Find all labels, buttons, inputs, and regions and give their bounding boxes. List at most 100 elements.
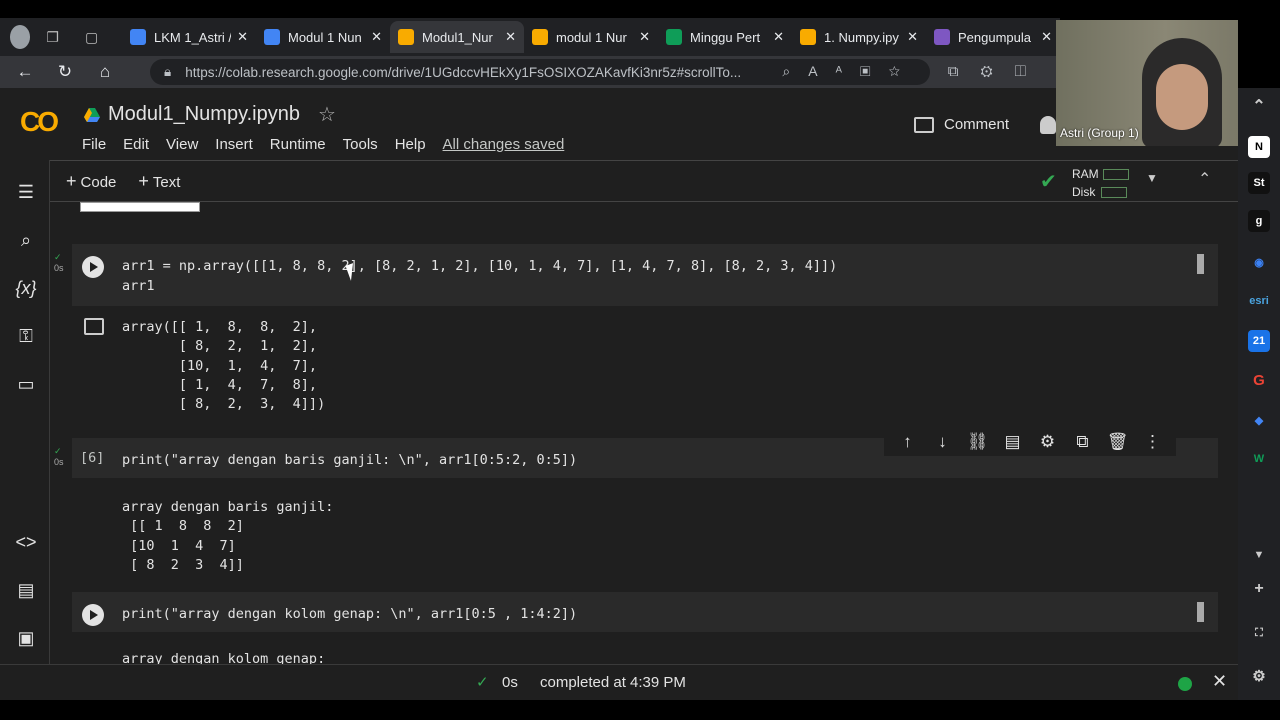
settings-icon[interactable]: ⚙ xyxy=(1248,666,1270,688)
save-status-link[interactable]: All changes saved xyxy=(443,136,565,153)
search-icon[interactable]: ⌕ xyxy=(14,228,38,252)
google-icon[interactable]: G xyxy=(1248,370,1270,392)
add-text-button[interactable]: + Text xyxy=(138,171,180,192)
terminal-icon[interactable]: ▣ xyxy=(14,626,38,650)
link-icon[interactable]: ⛓ xyxy=(960,432,995,452)
wps-icon[interactable]: W xyxy=(1248,448,1270,470)
tab-actions-icon[interactable]: ▢ xyxy=(83,27,100,47)
omnibox-action-icons[interactable]: ⌕Aᴬ▣☆ xyxy=(782,63,918,80)
back-icon[interactable]: ← xyxy=(10,62,40,82)
toc-icon[interactable]: ☰ xyxy=(14,180,38,204)
chevron-up-icon[interactable]: ⌃ xyxy=(1198,169,1211,189)
chevron-up-icon[interactable]: ⌃ xyxy=(1248,96,1270,118)
forms-icon xyxy=(934,29,950,45)
run-cell-button[interactable] xyxy=(82,604,104,626)
cell-toolbar: ↑ ↓ ⛓ ▤ ⚙ ⧉ 🗑︎ ⋮ xyxy=(884,428,1176,456)
command-palette-icon[interactable]: ▤ xyxy=(14,578,38,602)
move-up-icon[interactable]: ↑ xyxy=(890,432,925,452)
cell-scrollbar[interactable] xyxy=(1197,602,1204,622)
variables-icon[interactable]: {x} xyxy=(14,276,38,300)
menu-item-tools[interactable]: Tools xyxy=(343,136,378,153)
browser-sidebar: ⌃ N St g ◉ esri 21 G ◆ W ▼ + ⛶ ⚙ xyxy=(1238,88,1280,700)
home-icon[interactable]: ⌂ xyxy=(90,62,120,82)
close-tab-icon[interactable]: ✕ xyxy=(505,29,516,45)
menu-item-help[interactable]: Help xyxy=(395,136,426,153)
comment-icon xyxy=(914,116,934,133)
cell-code[interactable]: print("array dengan baris ganjil: \n", a… xyxy=(122,450,577,470)
colab-icon xyxy=(800,29,816,45)
chevron-down-icon[interactable]: ▼ xyxy=(1248,544,1270,566)
comment-cell-icon[interactable]: ▤ xyxy=(995,432,1030,452)
mirror-cell-icon[interactable]: ⧉ xyxy=(1065,432,1100,452)
disk-label: Disk xyxy=(1072,185,1096,199)
startup-icon[interactable]: St xyxy=(1248,172,1270,194)
menu-item-edit[interactable]: Edit xyxy=(123,136,149,153)
refresh-icon[interactable]: ↻ xyxy=(50,62,80,82)
add-text-label: Text xyxy=(152,173,181,191)
notion-icon[interactable]: N xyxy=(1248,136,1270,158)
more-icon[interactable]: ⋮ xyxy=(1135,432,1170,452)
workspaces-icon[interactable]: ❐ xyxy=(44,27,61,47)
tab-label: LKM 1_Astri / xyxy=(154,29,232,45)
ram-bar xyxy=(1102,169,1129,181)
code-cell[interactable]: print("array dengan kolom genap: \n", ar… xyxy=(72,592,1218,632)
key-icon[interactable]: ⚿ xyxy=(14,324,38,348)
close-tab-icon[interactable]: ✕ xyxy=(1041,29,1052,45)
participant-name: Astri (Group 1) xyxy=(1060,126,1139,140)
menu-item-insert[interactable]: Insert xyxy=(215,136,253,153)
notebook-title-row: Modul1_Numpy.ipynb ☆ xyxy=(84,102,336,127)
browser-tab[interactable]: Modul 1 Nun ✕ xyxy=(256,21,390,53)
tab-label: Pengumpula xyxy=(958,29,1031,45)
calendar-icon[interactable]: 21 xyxy=(1248,330,1270,352)
chevron-down-icon[interactable]: ▼ xyxy=(1146,171,1158,185)
resource-monitor[interactable]: RAM Disk xyxy=(1072,165,1129,201)
close-tab-icon[interactable]: ✕ xyxy=(237,29,248,45)
code-snippets-icon[interactable]: <> xyxy=(14,530,38,554)
output-actions-icon[interactable] xyxy=(84,318,104,335)
run-cell-button[interactable] xyxy=(82,256,104,278)
add-icon[interactable]: + xyxy=(1248,578,1270,600)
move-down-icon[interactable]: ↓ xyxy=(925,432,960,452)
status-bar: ✓ 0s completed at 4:39 PM ✕ xyxy=(0,664,1238,700)
grammarly-icon[interactable]: g xyxy=(1248,210,1270,232)
profile-avatar[interactable] xyxy=(10,25,31,49)
notebook-title[interactable]: Modul1_Numpy.ipynb xyxy=(108,103,300,126)
folder-icon[interactable]: ▭ xyxy=(14,372,38,396)
close-icon[interactable]: ✕ xyxy=(1212,671,1227,692)
close-tab-icon[interactable]: ✕ xyxy=(907,29,918,45)
cell-code[interactable]: arr1 = np.array([[1, 8, 8, 2], [8, 2, 1,… xyxy=(122,256,837,296)
browser-tab[interactable]: 1. Numpy.ipy ✕ xyxy=(792,21,926,53)
close-tab-icon[interactable]: ✕ xyxy=(639,29,650,45)
star-icon[interactable]: ☆ xyxy=(318,102,336,127)
colab-logo[interactable]: CO xyxy=(20,106,59,138)
add-code-button[interactable]: + Code xyxy=(66,171,116,192)
browser-tab[interactable]: Minggu Pert ✕ xyxy=(658,21,792,53)
browser-tab[interactable]: Pengumpula ✕ xyxy=(926,21,1060,53)
comment-button[interactable]: Comment xyxy=(914,116,1009,133)
url-bar[interactable]: 🔒︎ https://colab.research.google.com/dri… xyxy=(150,59,930,85)
close-tab-icon[interactable]: ✕ xyxy=(371,29,382,45)
code-cell[interactable]: ✓ 0s arr1 = np.array([[1, 8, 8, 2], [8, 2… xyxy=(54,244,1218,306)
cell-output: array dengan baris ganjil: [[ 1 8 8 2] [… xyxy=(122,499,334,573)
delete-icon[interactable]: 🗑︎ xyxy=(1100,432,1135,452)
browser-tab[interactable]: Modul1_Nur ✕ xyxy=(390,21,524,53)
share-person-icon[interactable] xyxy=(1040,116,1056,134)
success-check-icon: ✓ xyxy=(476,674,489,691)
menu-item-view[interactable]: View xyxy=(166,136,198,153)
left-rail: ☰ ⌕ {x} ⚿ ▭ <> ▤ ▣ xyxy=(0,160,50,700)
settings-icon[interactable]: ⚙ xyxy=(1030,432,1065,452)
split-screen-icon[interactable]: ⛶ xyxy=(1248,622,1270,644)
browser-tab[interactable]: LKM 1_Astri / ✕ xyxy=(122,21,256,53)
browser-extension-icons[interactable]: ⧉⚙◫ xyxy=(948,63,1048,80)
extension-icon[interactable]: ◆ xyxy=(1248,410,1270,432)
esri-icon[interactable]: esri xyxy=(1248,290,1270,312)
menu-item-runtime[interactable]: Runtime xyxy=(270,136,326,153)
cell-code[interactable]: print("array dengan kolom genap: \n", ar… xyxy=(122,604,577,624)
webcam-video: Astri (Group 1) xyxy=(1056,20,1238,146)
menu-item-file[interactable]: File xyxy=(82,136,106,153)
bot-icon[interactable]: ◉ xyxy=(1248,252,1270,274)
cell-scrollbar[interactable] xyxy=(1197,254,1204,274)
close-tab-icon[interactable]: ✕ xyxy=(773,29,784,45)
runtime-status-dot[interactable] xyxy=(1178,677,1192,691)
browser-tab[interactable]: modul 1 Nur ✕ xyxy=(524,21,658,53)
